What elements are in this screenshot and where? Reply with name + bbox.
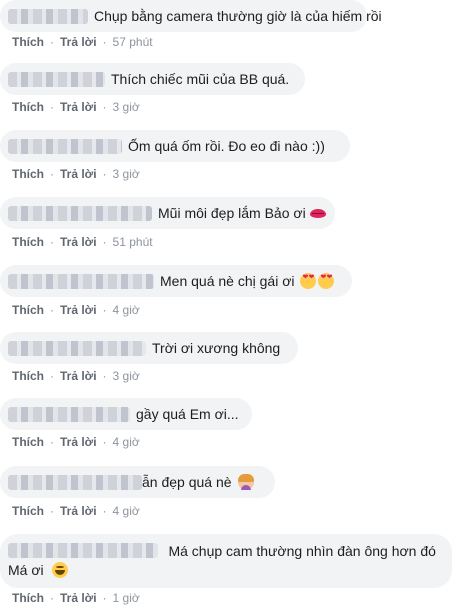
comment-actions: Thích · Trả lời · 3 giờ	[12, 100, 140, 114]
like-link[interactable]: Thích	[12, 504, 44, 518]
like-link[interactable]: Thích	[12, 435, 44, 449]
comment-timestamp[interactable]: 3 giờ	[113, 167, 140, 181]
like-link[interactable]: Thích	[12, 100, 44, 114]
comment-item: gầy quá Em ơi... Thích · Trả lời · 4 giờ	[0, 398, 465, 458]
comment-bubble: Mũi môi đẹp lắm Bảo ơi	[0, 197, 335, 229]
separator-dot: ·	[102, 591, 107, 605]
separator-dot: ·	[102, 369, 107, 383]
comment-item: Trời ơi xương không Thích · Trả lời · 3 …	[0, 332, 465, 392]
separator-dot: ·	[50, 369, 54, 383]
person-emoji-icon	[237, 474, 254, 490]
separator-dot: ·	[50, 35, 54, 49]
comment-text: Trời ơi xương không	[152, 340, 281, 356]
comment-timestamp[interactable]: 4 giờ	[113, 303, 140, 317]
comment-timestamp[interactable]: 4 giờ	[113, 504, 140, 518]
comment-timestamp[interactable]: 4 giờ	[113, 435, 140, 449]
reply-link[interactable]: Trả lời	[60, 235, 97, 249]
blurred-author-name[interactable]	[8, 340, 146, 356]
like-link[interactable]: Thích	[12, 369, 44, 383]
reply-link[interactable]: Trả lời	[60, 167, 97, 181]
separator-dot: ·	[50, 167, 54, 181]
reply-link[interactable]: Trả lời	[60, 303, 97, 317]
blurred-author-name[interactable]	[8, 543, 158, 558]
comment-text: Chụp bằng camera thường giờ là của hiếm …	[94, 8, 382, 24]
blurred-author-name[interactable]	[8, 138, 122, 154]
blurred-author-name[interactable]	[8, 406, 130, 422]
comment-actions: Thích · Trả lời · 57 phút	[12, 35, 153, 49]
heart-eyes-icon	[318, 273, 335, 289]
comment-timestamp[interactable]: 51 phút	[113, 235, 153, 249]
separator-dot: ·	[102, 35, 107, 49]
comment-text: Mũi môi đẹp lắm Bảo ơi	[158, 205, 306, 221]
comment-text: gầy quá Em ơi...	[136, 406, 239, 422]
reply-link[interactable]: Trả lời	[60, 369, 97, 383]
separator-dot: ·	[102, 235, 107, 249]
comment-item: Má chụp cam thường nhìn đàn ông hơn đó M…	[0, 534, 465, 614]
like-link[interactable]: Thích	[12, 235, 44, 249]
reply-link[interactable]: Trả lời	[60, 435, 97, 449]
comment-bubble: Thích chiếc mũi của BB quá.	[0, 63, 305, 95]
separator-dot: ·	[102, 504, 107, 518]
comment-actions: Thích · Trả lời · 51 phút	[12, 235, 153, 249]
comment-bubble: ẫn đẹp quá nè	[0, 466, 275, 498]
comment-text: Ốm quá ốm rồi. Đo eo đi nào :))	[128, 138, 325, 154]
grin-icon	[52, 562, 69, 578]
comment-bubble: Ốm quá ốm rồi. Đo eo đi nào :))	[0, 130, 350, 162]
blurred-author-name[interactable]	[8, 273, 154, 289]
separator-dot: ·	[102, 303, 107, 317]
comment-bubble: Chụp bằng camera thường giờ là của hiếm …	[0, 0, 382, 32]
comment-timestamp[interactable]: 57 phút	[113, 35, 153, 49]
comment-item: Thích chiếc mũi của BB quá. Thích · Trả …	[0, 63, 465, 123]
comment-actions: Thích · Trả lời · 4 giờ	[12, 504, 140, 518]
separator-dot: ·	[50, 100, 54, 114]
comment-text: Men quá nè chị gái ơi	[160, 273, 295, 289]
comment-actions: Thích · Trả lời · 3 giờ	[12, 167, 140, 181]
like-link[interactable]: Thích	[12, 591, 44, 605]
blurred-author-name[interactable]	[8, 71, 105, 87]
comment-item: ẫn đẹp quá nè Thích · Trả lời · 4 giờ	[0, 466, 465, 526]
separator-dot: ·	[50, 591, 54, 605]
reply-link[interactable]: Trả lời	[60, 591, 97, 605]
blurred-author-name[interactable]	[8, 474, 142, 490]
blurred-author-name[interactable]	[8, 8, 88, 24]
blurred-author-name[interactable]	[8, 205, 152, 221]
separator-dot: ·	[102, 167, 107, 181]
comment-item: Chụp bằng camera thường giờ là của hiếm …	[0, 0, 465, 60]
comment-item: Mũi môi đẹp lắm Bảo ơi Thích · Trả lời ·…	[0, 197, 465, 257]
comment-bubble: Men quá nè chị gái ơi	[0, 265, 352, 297]
like-link[interactable]: Thích	[12, 303, 44, 317]
like-link[interactable]: Thích	[12, 167, 44, 181]
like-link[interactable]: Thích	[12, 35, 44, 49]
comment-bubble: Trời ơi xương không	[0, 332, 298, 364]
comment-bubble: gầy quá Em ơi...	[0, 398, 252, 430]
comment-actions: Thích · Trả lời · 3 giờ	[12, 369, 140, 383]
kiss-mark-icon	[308, 205, 327, 221]
comment-item: Ốm quá ốm rồi. Đo eo đi nào :)) Thích · …	[0, 130, 465, 190]
reply-link[interactable]: Trả lời	[60, 100, 97, 114]
separator-dot: ·	[50, 504, 54, 518]
comment-actions: Thích · Trả lời · 4 giờ	[12, 435, 140, 449]
separator-dot: ·	[50, 435, 54, 449]
reply-link[interactable]: Trả lời	[60, 504, 97, 518]
comment-bubble: Má chụp cam thường nhìn đàn ông hơn đó M…	[0, 534, 452, 588]
comment-item: Men quá nè chị gái ơi Thích · Trả lời · …	[0, 265, 465, 325]
comment-actions: Thích · Trả lời · 4 giờ	[12, 303, 140, 317]
comment-timestamp[interactable]: 1 giờ	[113, 591, 140, 605]
separator-dot: ·	[50, 303, 54, 317]
heart-eyes-icon	[300, 273, 317, 289]
separator-dot: ·	[102, 435, 107, 449]
separator-dot: ·	[102, 100, 107, 114]
separator-dot: ·	[50, 235, 54, 249]
comment-text: ẫn đẹp quá nè	[142, 474, 232, 490]
comment-actions: Thích · Trả lời · 1 giờ	[12, 591, 140, 605]
comment-timestamp[interactable]: 3 giờ	[113, 100, 140, 114]
comment-text: Thích chiếc mũi của BB quá.	[111, 71, 290, 87]
reply-link[interactable]: Trả lời	[60, 35, 97, 49]
comment-timestamp[interactable]: 3 giờ	[113, 369, 140, 383]
